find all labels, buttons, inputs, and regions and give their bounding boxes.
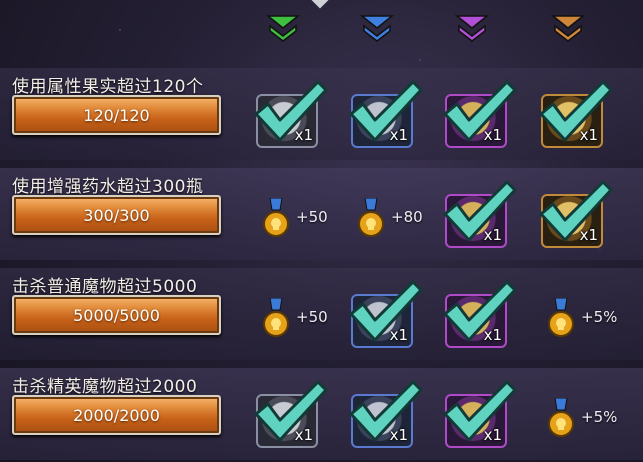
progress-text: 120/120 xyxy=(83,106,150,125)
reward-slot[interactable]: x1 xyxy=(347,74,423,150)
achievement-row: 击杀精英魔物超过2000 2000/2000 x1 x1 x1 +5% xyxy=(0,362,643,462)
reward-bonus: +80 xyxy=(391,208,423,226)
achievement-row: 使用属性果实超过120个 120/120 x1 x1 x1 x1 xyxy=(0,62,643,162)
checkmark-icon xyxy=(443,380,517,442)
progress-bar: 2000/2000 xyxy=(12,395,221,435)
reward-slot[interactable]: +5% xyxy=(537,374,617,450)
achievement-row: 击杀普通魔物超过5000 5000/5000 +50 x1 x1 +5% xyxy=(0,262,643,362)
reward-slot[interactable]: +5% xyxy=(537,274,617,350)
reward-bonus: +5% xyxy=(581,308,618,326)
reward-slot[interactable]: +80 xyxy=(347,174,423,250)
achievement-row: 使用增强药水超过300瓶 300/300 +50 +80 x1 x1 xyxy=(0,162,643,262)
reward-slot[interactable]: x1 xyxy=(537,174,613,250)
skull-medal-icon xyxy=(547,398,575,438)
reward-slot[interactable]: +50 xyxy=(252,174,328,250)
checkmark-icon xyxy=(539,180,613,242)
skull-medal-icon xyxy=(262,198,290,238)
green-tier-marker xyxy=(266,14,300,44)
reward-slot[interactable]: x1 xyxy=(441,174,517,250)
progress-bar: 120/120 xyxy=(12,95,221,135)
reward-slot[interactable]: x1 xyxy=(347,274,423,350)
checkmark-icon xyxy=(254,380,328,442)
reward-slot[interactable]: x1 xyxy=(441,74,517,150)
reward-slot[interactable]: x1 xyxy=(441,274,517,350)
checkmark-icon xyxy=(349,80,423,142)
top-notch-indicator xyxy=(311,0,329,9)
reward-slot[interactable]: x1 xyxy=(252,374,328,450)
checkmark-icon xyxy=(443,80,517,142)
checkmark-icon xyxy=(254,80,328,142)
reward-bonus: +50 xyxy=(296,208,328,226)
checkmark-icon xyxy=(539,80,613,142)
task-label: 击杀精英魔物超过2000 xyxy=(12,377,198,397)
purple-tier-marker xyxy=(455,14,489,44)
skull-medal-icon xyxy=(547,298,575,338)
blue-tier-marker xyxy=(360,14,394,44)
checkmark-icon xyxy=(349,280,423,342)
checkmark-icon xyxy=(443,180,517,242)
progress-text: 5000/5000 xyxy=(73,306,160,325)
progress-bar: 5000/5000 xyxy=(12,295,221,335)
reward-bonus: +5% xyxy=(581,408,618,426)
reward-slot[interactable]: x1 xyxy=(537,74,613,150)
orange-tier-marker xyxy=(551,14,585,44)
progress-text: 2000/2000 xyxy=(73,406,160,425)
progress-text: 300/300 xyxy=(83,206,150,225)
task-label: 击杀普通魔物超过5000 xyxy=(12,277,198,297)
reward-slot[interactable]: x1 xyxy=(252,74,328,150)
reward-bonus: +50 xyxy=(296,308,328,326)
task-label: 使用增强药水超过300瓶 xyxy=(12,177,204,197)
progress-bar: 300/300 xyxy=(12,195,221,235)
reward-slot[interactable]: +50 xyxy=(252,274,328,350)
skull-medal-icon xyxy=(262,298,290,338)
checkmark-icon xyxy=(349,380,423,442)
skull-medal-icon xyxy=(357,198,385,238)
reward-slot[interactable]: x1 xyxy=(441,374,517,450)
checkmark-icon xyxy=(443,280,517,342)
reward-slot[interactable]: x1 xyxy=(347,374,423,450)
task-label: 使用属性果实超过120个 xyxy=(12,77,204,97)
